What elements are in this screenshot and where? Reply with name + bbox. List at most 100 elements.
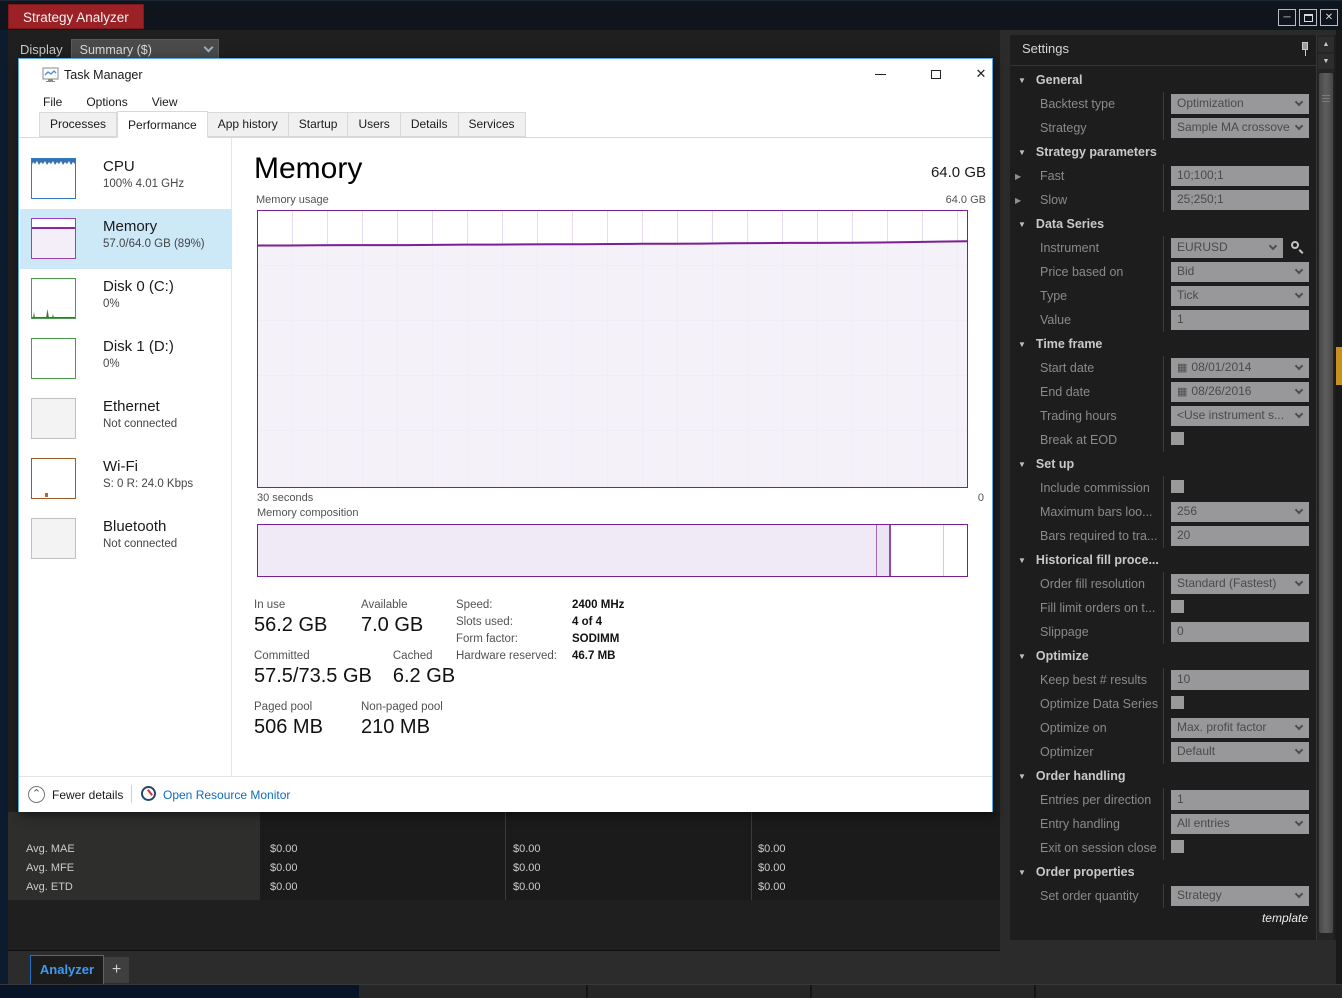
checkbox-fill-limit-orders-on-t[interactable]: [1171, 600, 1184, 613]
dropdown-optimize-on[interactable]: Max. profit factor: [1171, 718, 1309, 738]
settings-group-order-properties[interactable]: ▼ Order properties: [1010, 860, 1316, 884]
search-icon[interactable]: [1290, 240, 1304, 254]
collapse-icon: ▼: [1018, 339, 1026, 349]
display-dropdown[interactable]: Summary ($): [70, 38, 219, 60]
settings-group-historical-fill-proce[interactable]: ▼ Historical fill proce...: [1010, 548, 1316, 572]
dropdown-set-order-quantity[interactable]: Strategy: [1171, 886, 1309, 906]
group-header-label: Optimize: [1035, 649, 1089, 663]
composition-segment-free[interactable]: [944, 525, 967, 576]
open-resource-monitor-link[interactable]: Open Resource Monitor: [163, 788, 290, 802]
input-value[interactable]: 1: [1171, 310, 1309, 330]
tm-minimize-button[interactable]: [863, 59, 897, 89]
chevron-up-circle-icon[interactable]: ⌃: [28, 786, 45, 803]
add-tab-button[interactable]: +: [104, 957, 129, 983]
settings-group-general[interactable]: ▼ General: [1010, 68, 1316, 92]
control-zone: [1163, 428, 1316, 452]
tab-app-history[interactable]: App history: [207, 112, 289, 137]
maximize-icon: [931, 69, 941, 79]
checkbox-exit-on-session-close[interactable]: [1171, 840, 1184, 853]
settings-group-order-handling[interactable]: ▼ Order handling: [1010, 764, 1316, 788]
expand-icon[interactable]: ▶: [1015, 196, 1021, 205]
tab-performance[interactable]: Performance: [117, 111, 208, 138]
control-value: 08/26/2016: [1191, 384, 1252, 398]
settings-group-time-frame[interactable]: ▼ Time frame: [1010, 332, 1316, 356]
settings-group-optimize[interactable]: ▼ Optimize: [1010, 644, 1316, 668]
tab-details[interactable]: Details: [400, 112, 459, 137]
settings-scrollbar[interactable]: ▲ ▼: [1316, 35, 1334, 940]
dropdown-trading-hours[interactable]: <Use instrument s...: [1171, 406, 1309, 426]
stat-label: Non-paged pool: [361, 701, 443, 713]
control-zone: Default: [1163, 740, 1316, 764]
scrollbar-thumb[interactable]: [1319, 73, 1333, 933]
input-keep-best-results[interactable]: 10: [1171, 670, 1309, 690]
settings-group-data-series[interactable]: ▼ Data Series: [1010, 212, 1316, 236]
input-bars-required-to-tra[interactable]: 20: [1171, 526, 1309, 546]
tm-maximize-button[interactable]: [919, 59, 953, 89]
input-slippage[interactable]: 0: [1171, 622, 1309, 642]
tab-users[interactable]: Users: [348, 112, 401, 137]
dropdown-maximum-bars-loo[interactable]: 256: [1171, 502, 1309, 522]
row-label: Avg. MFE: [26, 862, 75, 874]
expand-icon[interactable]: ▶: [1015, 172, 1021, 181]
tm-close-button[interactable]: ✕: [964, 59, 998, 89]
tab-analyzer[interactable]: Analyzer: [30, 955, 104, 985]
chevron-down-icon: [1294, 265, 1304, 275]
composition-segment-standby[interactable]: [891, 525, 945, 576]
sidebar-item-bluetooth[interactable]: Bluetooth Not connected: [20, 509, 232, 569]
tm-titlebar[interactable]: Task Manager ✕: [19, 59, 992, 91]
display-label: Display: [20, 41, 63, 57]
dropdown-instrument[interactable]: EURUSD: [1171, 238, 1283, 258]
scroll-up-button[interactable]: ▲: [1318, 37, 1334, 52]
checkbox-optimize-data-series[interactable]: [1171, 696, 1184, 709]
memory-composition-bar[interactable]: [257, 524, 968, 577]
memory-usage-chart[interactable]: [257, 210, 968, 488]
sidebar-item-wi-fi[interactable]: Wi-Fi S: 0 R: 24.0 Kbps: [20, 449, 232, 509]
group-header-label: Time frame: [1035, 337, 1103, 351]
sidebar-item-ethernet[interactable]: Ethernet Not connected: [20, 389, 232, 449]
bottom-strip-left: [0, 985, 359, 998]
close-button[interactable]: ✕: [1320, 9, 1338, 26]
composition-segment-modified[interactable]: [876, 525, 892, 576]
input-entries-per-direction[interactable]: 1: [1171, 790, 1309, 810]
control-zone: ▦ 08/01/2014: [1163, 356, 1316, 380]
display-row: Display Summary ($): [20, 38, 219, 60]
settings-row-end-date: End date ▦ 08/26/2016: [1010, 380, 1316, 404]
dropdown-strategy[interactable]: Sample MA crossove: [1171, 118, 1309, 138]
dropdown-entry-handling[interactable]: All entries: [1171, 814, 1309, 834]
dropdown-price-based-on[interactable]: Bid: [1171, 262, 1309, 282]
dropdown-order-fill-resolution[interactable]: Standard (Fastest): [1171, 574, 1309, 594]
checkbox-break-at-eod[interactable]: [1171, 432, 1184, 445]
screen: Strategy Analyzer ─ ✕ Display Summary ($…: [0, 0, 1342, 998]
menu-view[interactable]: View: [152, 95, 178, 109]
info-label: Slots used:: [456, 616, 513, 628]
settings-group-set-up[interactable]: ▼ Set up: [1010, 452, 1316, 476]
settings-group-strategy-parameters[interactable]: ▼ Strategy parameters: [1010, 140, 1316, 164]
composition-segment-in-use[interactable]: [258, 525, 877, 576]
date-picker-end-date[interactable]: ▦ 08/26/2016: [1171, 382, 1309, 402]
menu-options[interactable]: Options: [86, 95, 127, 109]
sidebar-item-memory[interactable]: Memory 57.0/64.0 GB (89%): [20, 209, 232, 269]
tab-services[interactable]: Services: [458, 112, 526, 137]
sidebar-item-disk-1-d[interactable]: Disk 1 (D:) 0%: [20, 329, 232, 389]
checkbox-include-commission[interactable]: [1171, 480, 1184, 493]
dropdown-optimizer[interactable]: Default: [1171, 742, 1309, 762]
input-slow[interactable]: 25;250;1: [1171, 190, 1309, 210]
dropdown-backtest-type[interactable]: Optimization: [1171, 94, 1309, 114]
app-title-tab[interactable]: Strategy Analyzer: [8, 4, 144, 29]
sidebar-item-disk-0-c[interactable]: Disk 0 (C:) 0%: [20, 269, 232, 329]
tab-processes[interactable]: Processes: [39, 112, 118, 137]
sidebar-item-text: Disk 1 (D:) 0%: [103, 338, 174, 370]
scroll-down-button[interactable]: ▼: [1318, 54, 1334, 69]
tab-startup[interactable]: Startup: [288, 112, 349, 137]
sidebar-item-cpu[interactable]: CPU 100% 4.01 GHz: [20, 149, 232, 209]
control-zone: Sample MA crossove: [1163, 116, 1316, 140]
settings-row-fill-limit-orders-on-t: Fill limit orders on t...: [1010, 596, 1316, 620]
dropdown-type[interactable]: Tick: [1171, 286, 1309, 306]
date-picker-start-date[interactable]: ▦ 08/01/2014: [1171, 358, 1309, 378]
input-fast[interactable]: 10;100;1: [1171, 166, 1309, 186]
menu-file[interactable]: File: [43, 95, 62, 109]
minimize-button[interactable]: ─: [1278, 9, 1296, 26]
pin-icon[interactable]: [1300, 41, 1310, 57]
maximize-button[interactable]: [1299, 9, 1317, 26]
fewer-details-button[interactable]: Fewer details: [52, 788, 123, 802]
